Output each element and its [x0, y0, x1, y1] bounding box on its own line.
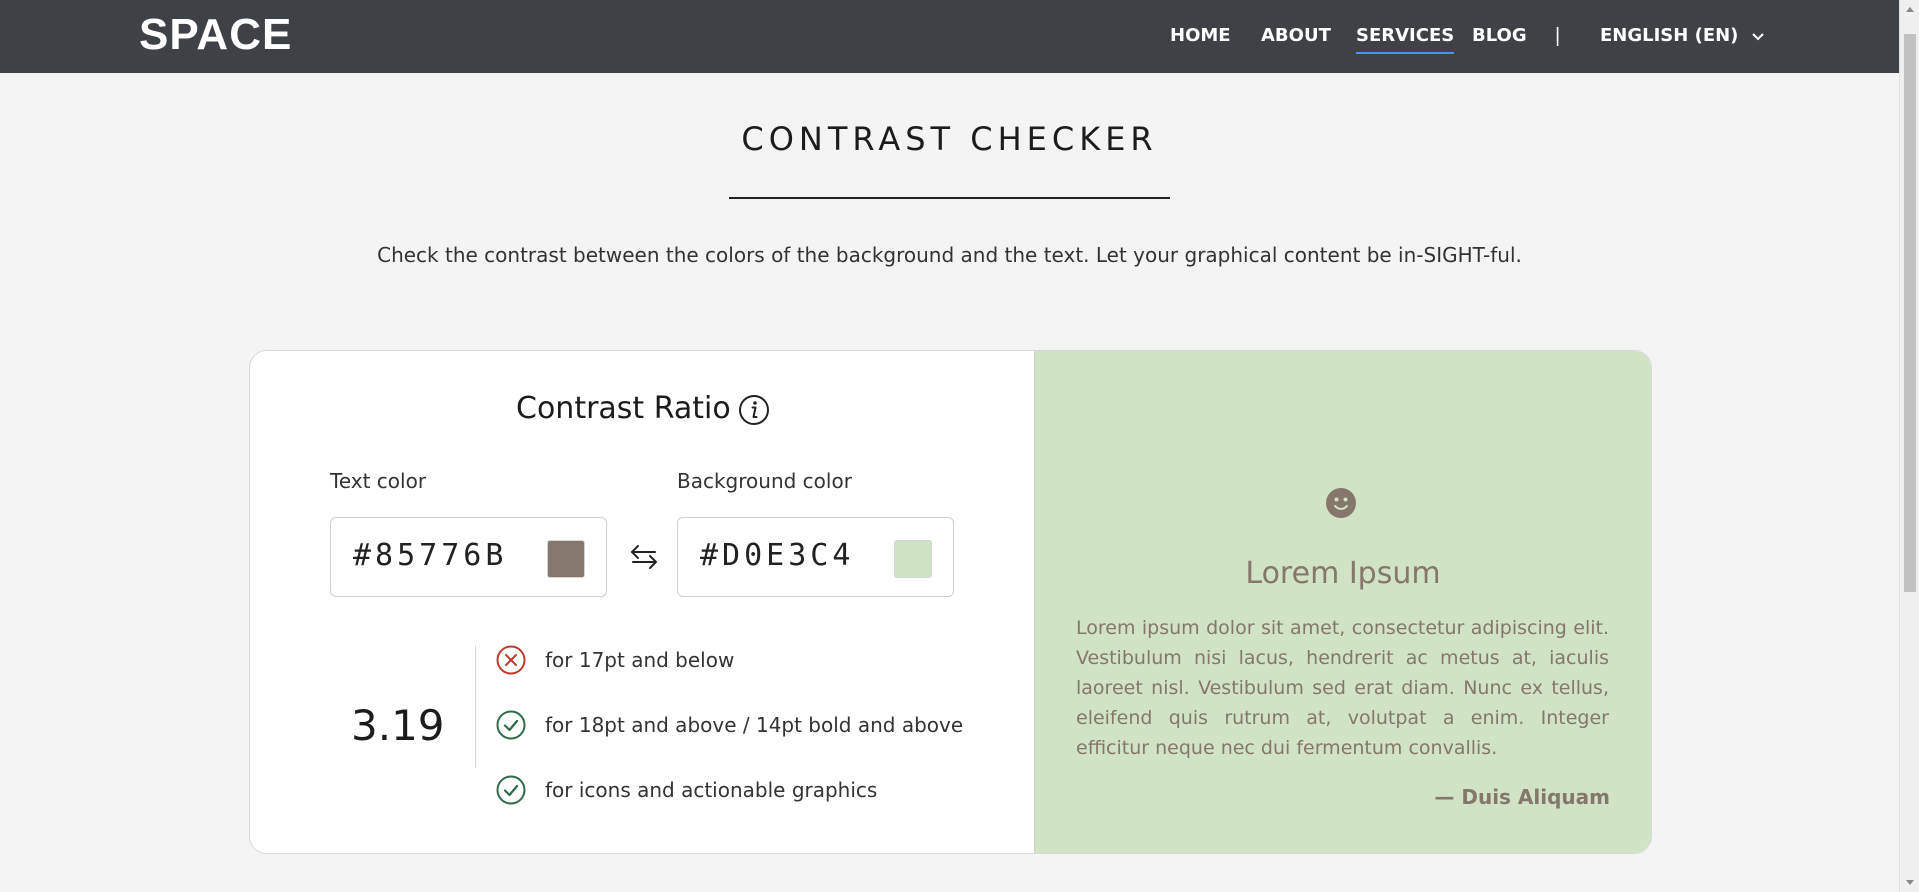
vertical-scrollbar[interactable]	[1899, 0, 1919, 892]
ratio-divider	[475, 646, 476, 768]
text-color-field	[330, 517, 607, 597]
check-circle-icon	[496, 775, 526, 805]
check-small-text: for 17pt and below	[495, 644, 734, 676]
background-color-input[interactable]	[700, 538, 870, 573]
preview-author: — Duis Aliquam	[1434, 785, 1610, 809]
check-circle-icon	[496, 710, 526, 740]
site-logo[interactable]: SPACE	[139, 10, 292, 60]
swap-arrows-icon[interactable]	[628, 541, 660, 573]
background-color-swatch[interactable]	[894, 540, 932, 578]
top-navbar: SPACE HOME ABOUT SERVICES BLOG | ENGLISH…	[0, 0, 1899, 73]
scrollbar-thumb[interactable]	[1904, 34, 1916, 592]
contrast-checker-card: Contrast Ratio Text color Background col…	[249, 350, 1652, 854]
nav-separator: |	[1555, 25, 1561, 47]
chevron-down-icon	[1752, 33, 1765, 41]
nav-blog[interactable]: BLOG	[1472, 25, 1527, 46]
language-label: ENGLISH (EN)	[1600, 25, 1739, 46]
background-color-field	[677, 517, 954, 597]
title-divider	[729, 197, 1170, 199]
background-color-label: Background color	[677, 469, 852, 493]
check-graphics-label: for icons and actionable graphics	[545, 778, 878, 802]
preview-title: Lorem Ipsum	[1245, 556, 1441, 591]
check-large-text-label: for 18pt and above / 14pt bold and above	[545, 713, 964, 737]
check-large-text: for 18pt and above / 14pt bold and above	[495, 709, 963, 741]
preview-panel: Lorem Ipsum Lorem ipsum dolor sit amet, …	[1035, 351, 1651, 853]
language-selector[interactable]: ENGLISH (EN)	[1600, 25, 1766, 46]
info-circle-icon[interactable]	[738, 394, 770, 426]
page-title: CONTRAST CHECKER	[741, 120, 1158, 158]
nav-home[interactable]: HOME	[1170, 25, 1231, 46]
preview-body: Lorem ipsum dolor sit amet, consectetur …	[1076, 617, 1609, 759]
contrast-ratio-heading: Contrast Ratio	[516, 391, 731, 426]
scroll-down-arrow-icon[interactable]	[1900, 874, 1919, 892]
nav-services[interactable]: SERVICES	[1356, 25, 1455, 54]
check-graphics: for icons and actionable graphics	[495, 774, 877, 806]
text-color-label: Text color	[330, 469, 427, 493]
smiley-icon	[1326, 488, 1356, 518]
text-color-input[interactable]	[353, 538, 523, 573]
checker-panel: Contrast Ratio Text color Background col…	[250, 351, 1035, 853]
text-color-swatch[interactable]	[547, 540, 585, 578]
nav-about[interactable]: ABOUT	[1261, 25, 1331, 46]
scroll-up-arrow-icon[interactable]	[1900, 0, 1919, 18]
page-subtitle: Check the contrast between the colors of…	[377, 243, 1522, 267]
x-circle-icon	[496, 645, 526, 675]
contrast-ratio-value: 3.19	[351, 701, 445, 750]
check-small-text-label: for 17pt and below	[545, 648, 735, 672]
